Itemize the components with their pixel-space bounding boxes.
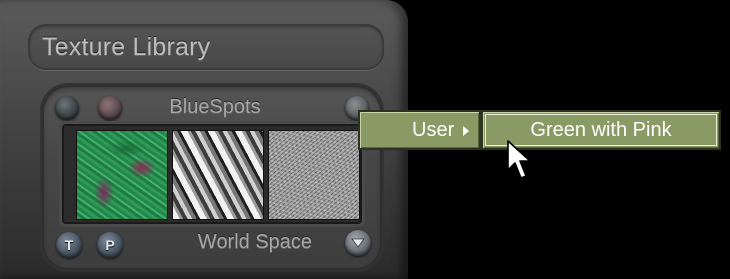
chevron-down-icon bbox=[351, 238, 365, 248]
space-mode-label: World Space bbox=[197, 231, 313, 253]
menu-item-user-label: User bbox=[412, 118, 455, 141]
library-title: Texture Library bbox=[42, 32, 211, 61]
top-left-ball-button[interactable] bbox=[55, 96, 79, 120]
green-pink-texture-thumbnail[interactable] bbox=[77, 131, 167, 219]
library-title-bar: Texture Library bbox=[28, 24, 384, 70]
submenu-item-label: Green with Pink bbox=[530, 118, 672, 141]
p-button[interactable]: P bbox=[97, 232, 123, 258]
submenu-arrow-icon bbox=[463, 126, 469, 136]
t-button[interactable]: T bbox=[56, 232, 82, 258]
texture-name: BlueSpots bbox=[169, 96, 261, 118]
texture-library-panel: Texture Library BlueSpots T P World Spac… bbox=[0, 0, 408, 279]
striped-texture-thumbnail[interactable] bbox=[173, 131, 263, 219]
stone-texture-thumbnail[interactable] bbox=[269, 131, 359, 219]
top-second-ball-button[interactable] bbox=[98, 96, 122, 120]
mouse-cursor-icon bbox=[507, 140, 531, 179]
menu-item-user[interactable]: User bbox=[358, 110, 481, 150]
space-dropdown-button[interactable] bbox=[345, 230, 371, 256]
